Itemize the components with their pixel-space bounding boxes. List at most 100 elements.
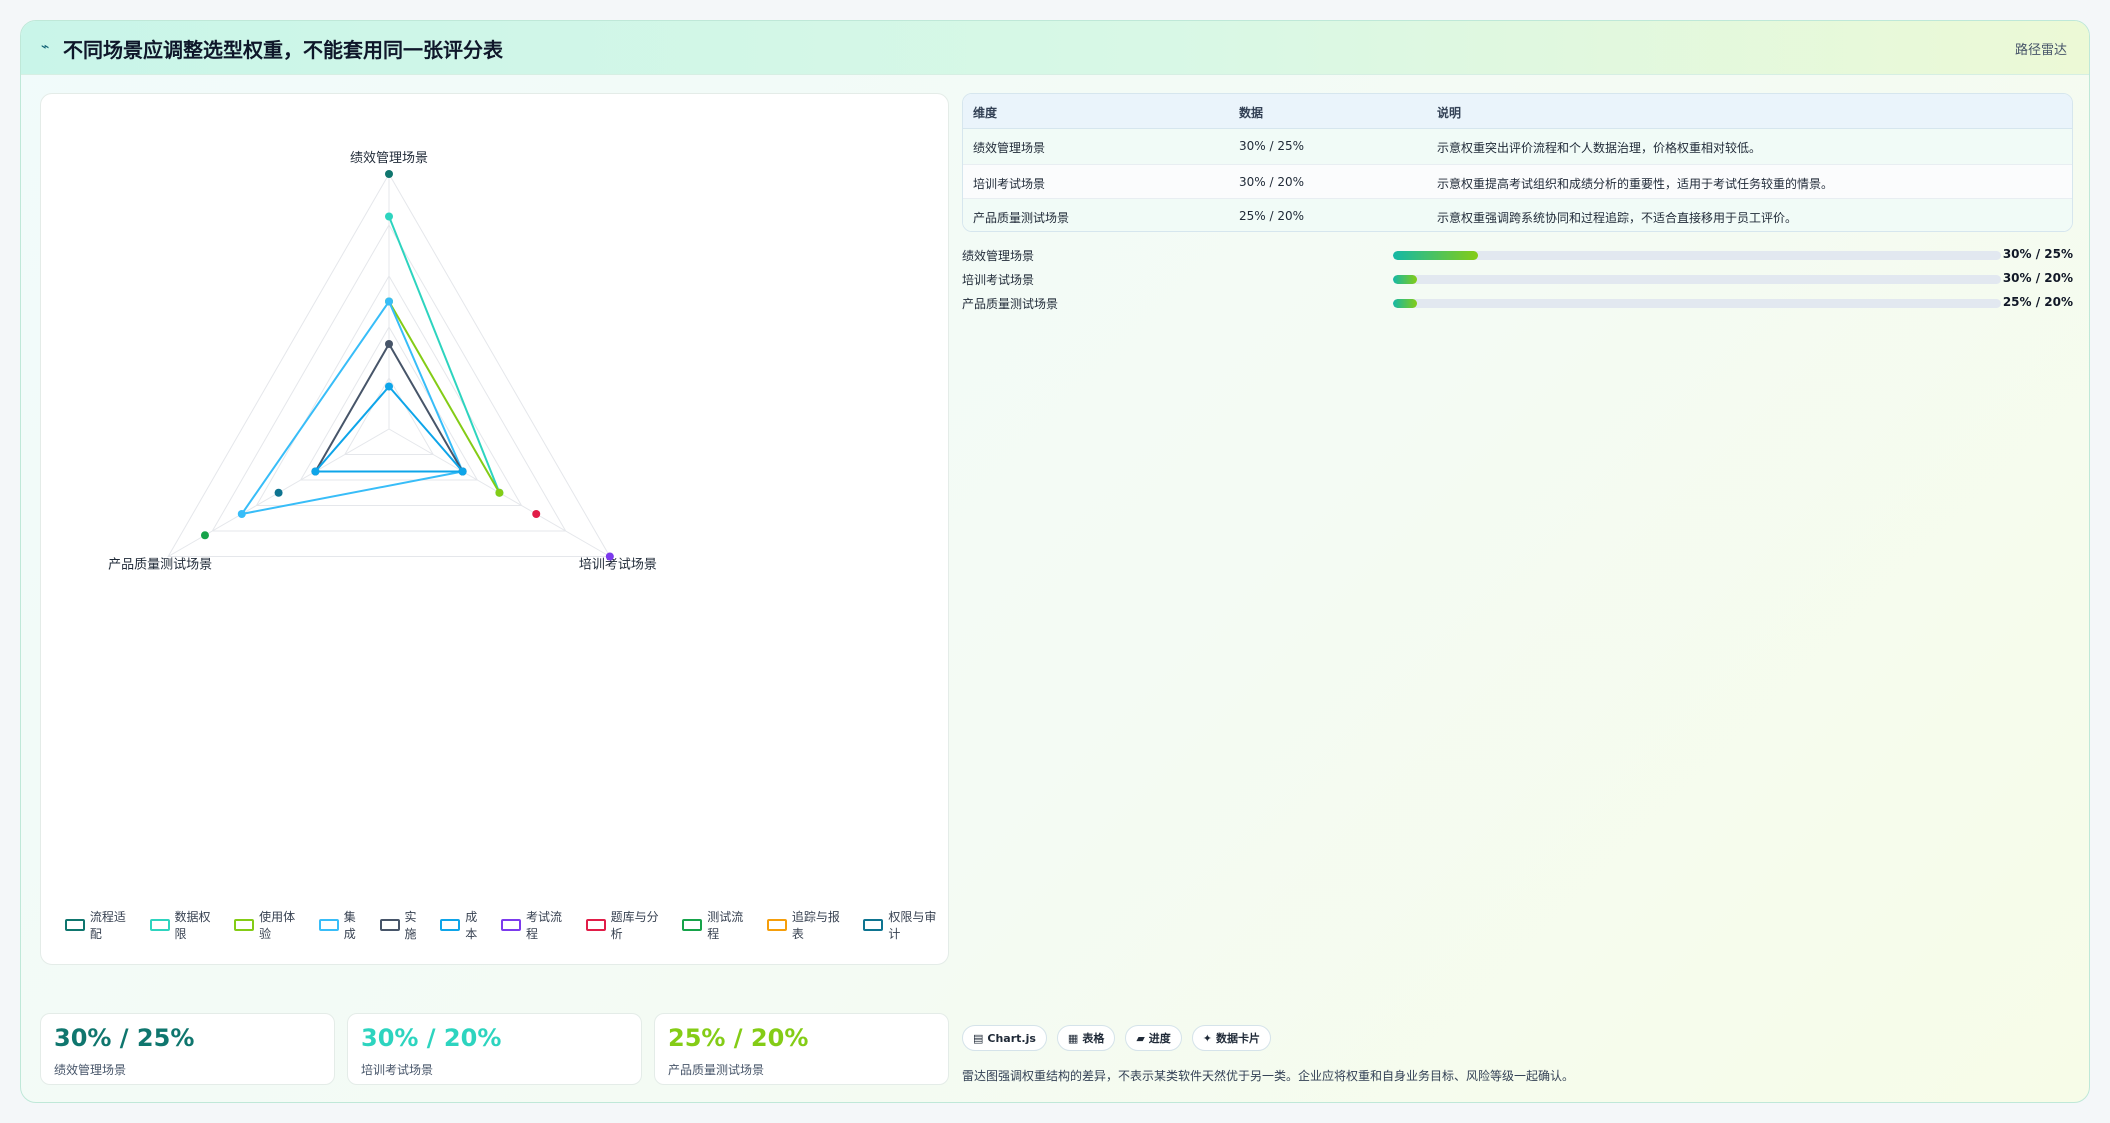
legend-swatch (234, 919, 255, 931)
legend-label: 集成 (343, 910, 356, 941)
card-label: 产品质量测试场景 (668, 1063, 765, 1077)
table-cell: 30% / 25% (1239, 139, 1305, 153)
legend-item[interactable]: 使用体验 (234, 908, 307, 942)
tag-progress[interactable]: ▰ 进度 (1125, 1025, 1182, 1051)
sparkle-icon: ✦ (1202, 1031, 1213, 1045)
column-header: 说明 (1437, 106, 1462, 120)
tag-label: 数据卡片 (1216, 1032, 1261, 1045)
data-point (200, 531, 209, 540)
card-value: 25% / 20% (668, 1024, 809, 1052)
legend-swatch (501, 919, 522, 931)
tag-list: ▤ Chart.js ▦ 表格 ▰ 进度 ✦ 数据卡片 (962, 1025, 1272, 1051)
legend-item[interactable]: 实施 (379, 908, 429, 942)
legend-label: 成本 (465, 910, 478, 941)
progress-label: 产品质量测试场景 (962, 297, 1059, 311)
tag-table[interactable]: ▦ 表格 (1056, 1025, 1116, 1051)
summary-card: 30% / 20% 培训考试场景 (347, 1013, 642, 1085)
table-cell: 产品质量测试场景 (973, 211, 1070, 225)
tag-label: 表格 (1082, 1032, 1105, 1045)
axis-label: 绩效管理场景 (350, 150, 428, 165)
progress-row: 产品质量测试场景 25% / 20% (962, 294, 2073, 312)
legend-item[interactable]: 题库与分析 (585, 908, 671, 942)
legend-item[interactable]: 数据权限 (149, 908, 223, 942)
legend-label: 权限与审计 (888, 910, 937, 941)
progress-value: 30% / 20% (2002, 271, 2073, 285)
progress-fill (1393, 299, 1418, 308)
chart-icon: ▤ (973, 1031, 984, 1045)
legend-item[interactable]: 考试流程 (501, 908, 574, 942)
card-value: 30% / 20% (361, 1024, 502, 1052)
page-title: 不同场景应调整选型权重，不能套用同一张评分表 (63, 38, 503, 62)
card-label: 培训考试场景 (361, 1063, 434, 1077)
column-header: 维度 (973, 106, 998, 120)
data-point (385, 382, 393, 391)
tag-cards[interactable]: ✦ 数据卡片 (1191, 1025, 1272, 1051)
tag-label: 进度 (1148, 1032, 1171, 1045)
data-point (237, 510, 246, 518)
legend-label: 测试流程 (707, 910, 744, 941)
tag-label: Chart.js (987, 1031, 1036, 1045)
legend-swatch (585, 919, 606, 931)
table-cell: 绩效管理场景 (973, 141, 1046, 155)
progress-fill (1393, 275, 1418, 284)
data-point (385, 340, 393, 348)
progress-icon: ▰ (1136, 1031, 1145, 1045)
legend-item[interactable]: 追踪与报表 (766, 908, 852, 942)
wave-icon: ⌁ (41, 39, 50, 55)
legend-label: 流程适配 (89, 910, 126, 941)
data-point (532, 510, 541, 518)
legend-swatch (440, 919, 461, 931)
table-header-row: 维度 数据 说明 (963, 94, 2072, 129)
tag-chartjs[interactable]: ▤ Chart.js (962, 1025, 1047, 1051)
legend-item[interactable]: 权限与审计 (863, 908, 948, 942)
table-cell: 25% / 20% (1239, 209, 1305, 223)
data-point (458, 467, 467, 476)
data-point (495, 488, 504, 497)
column-header: 数据 (1239, 106, 1264, 120)
progress-row: 培训考试场景 30% / 20% (962, 270, 2073, 288)
table-cell: 示意权重突出评价流程和个人数据治理，价格权重相对较低。 (1437, 141, 1762, 155)
progress-track (1393, 251, 2001, 260)
legend-swatch (379, 919, 400, 931)
legend-swatch (65, 919, 85, 931)
axis-label: 培训考试场景 (579, 557, 657, 572)
data-point (385, 212, 393, 221)
table-cell: 示意权重提高考试组织和成绩分析的重要性，适用于考试任务较重的情景。 (1437, 177, 1834, 191)
data-point (385, 297, 393, 306)
header: ⌁ 不同场景应调整选型权重，不能套用同一张评分表 路径雷达 (21, 21, 2089, 75)
summary-card: 30% / 25% 绩效管理场景 (40, 1013, 335, 1085)
data-point (385, 170, 393, 178)
legend-item[interactable]: 集成 (318, 908, 368, 942)
progress-value: 30% / 25% (2002, 247, 2073, 261)
data-table: 维度 数据 说明 绩效管理场景 30% / 25% 示意权重突出评价流程和个人数… (962, 93, 2073, 232)
legend-item[interactable]: 流程适配 (65, 908, 138, 942)
header-right-label: 路径雷达 (2014, 43, 2067, 58)
legend-item[interactable]: 成本 (440, 908, 489, 942)
legend-label: 数据权限 (174, 910, 211, 941)
progress-track (1393, 299, 2001, 308)
table-row: 培训考试场景 30% / 20% 示意权重提高考试组织和成绩分析的重要性，适用于… (963, 164, 2072, 199)
progress-fill (1393, 251, 1479, 260)
legend-label: 使用体验 (259, 910, 296, 941)
legend-label: 考试流程 (526, 910, 563, 941)
legend-swatch (318, 919, 339, 931)
card-value: 30% / 25% (54, 1024, 195, 1052)
legend-swatch (863, 919, 884, 931)
table-icon: ▦ (1067, 1031, 1079, 1045)
progress-label: 绩效管理场景 (962, 249, 1035, 263)
chart-legend: 流程适配 数据权限 使用体验 集成 实施 成本 考试流程 题库与分析 测试流程 追踪与报表 权限与审… (65, 908, 948, 942)
legend-swatch (682, 919, 703, 931)
data-point (274, 488, 283, 497)
legend-item[interactable]: 测试流程 (682, 908, 755, 942)
table-cell: 示意权重强调跨系统协同和过程追踪，不适合直接移用于员工评价。 (1437, 211, 1798, 225)
legend-swatch (766, 919, 787, 931)
legend-label: 追踪与报表 (791, 910, 840, 941)
radar-chart-box: 绩效管理场景 培训考试场景 产品质量测试场景 流程适配 数据权限 使用体验 集成 实施 成本 考… (40, 93, 949, 965)
progress-row: 绩效管理场景 30% / 25% (962, 246, 2073, 264)
table-row: 绩效管理场景 30% / 25% 示意权重突出评价流程和个人数据治理，价格权重相… (963, 129, 2072, 164)
legend-label: 题库与分析 (610, 910, 659, 941)
progress-list: 绩效管理场景 30% / 25% 培训考试场景 30% / 20% 产品质量测试… (962, 246, 2073, 326)
table-cell: 培训考试场景 (973, 177, 1046, 191)
progress-track (1393, 275, 2001, 284)
table-row: 产品质量测试场景 25% / 20% 示意权重强调跨系统协同和过程追踪，不适合直… (963, 198, 2072, 231)
